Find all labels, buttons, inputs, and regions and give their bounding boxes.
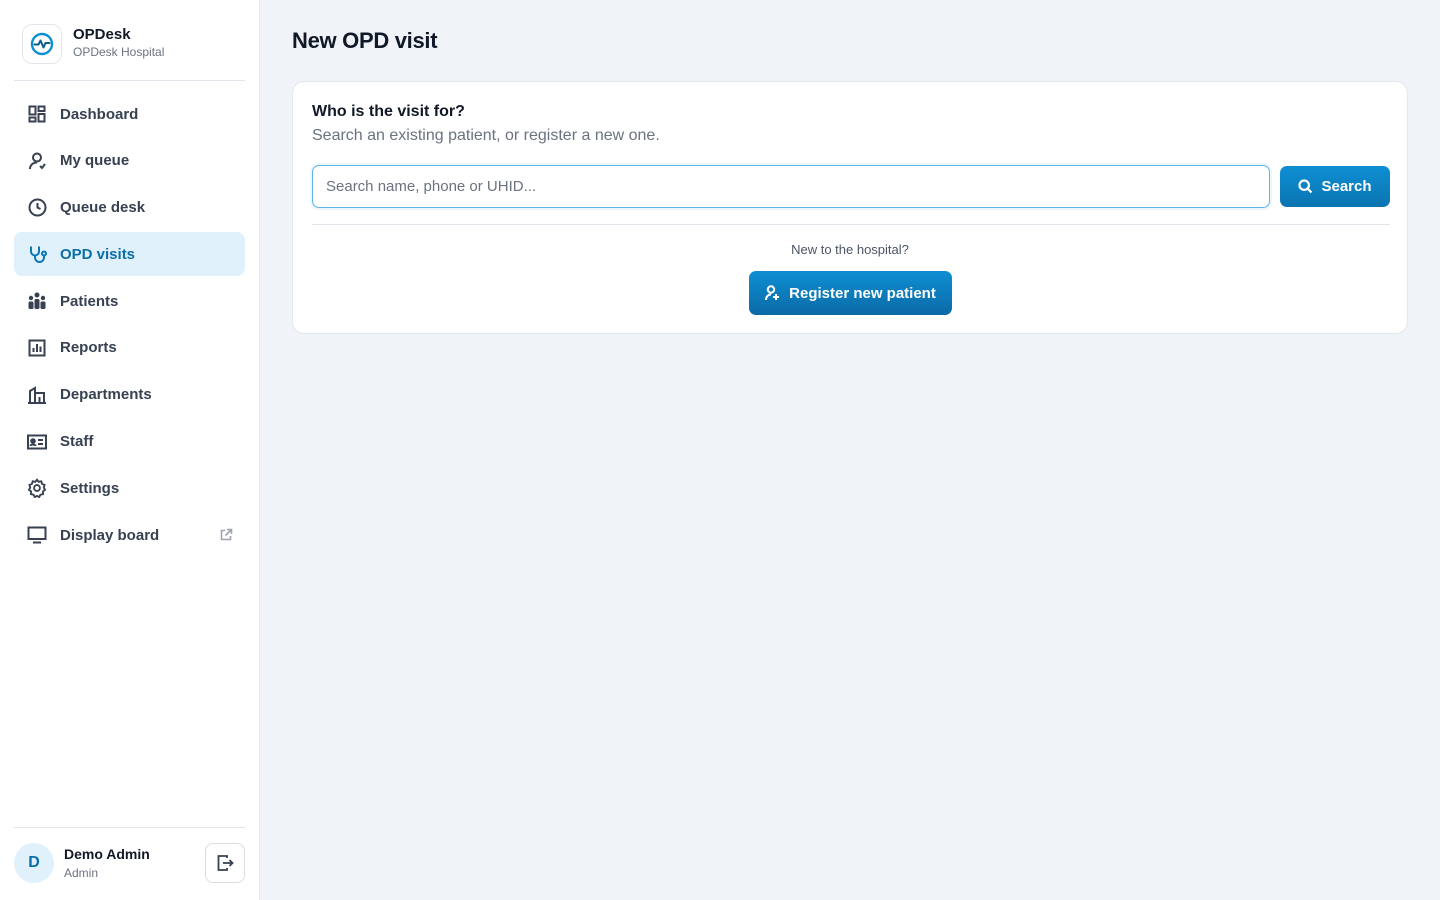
sidebar-item-my-queue[interactable]: My queue bbox=[14, 139, 245, 183]
sidebar-item-display-board[interactable]: Display board bbox=[14, 513, 245, 557]
hospital-name: OPDesk Hospital bbox=[73, 45, 165, 59]
stethoscope-icon bbox=[26, 243, 48, 265]
sidebar-item-label: Reports bbox=[60, 339, 117, 357]
sidebar-item-label: Display board bbox=[60, 526, 160, 544]
external-link-icon bbox=[219, 528, 233, 542]
sidebar-item-label: Queue desk bbox=[60, 199, 146, 217]
people-icon bbox=[26, 290, 48, 312]
sidebar-item-label: Dashboard bbox=[60, 105, 139, 123]
search-button-label: Search bbox=[1321, 178, 1372, 195]
user-icon bbox=[26, 150, 48, 172]
brand-name: OPDesk bbox=[73, 26, 131, 43]
sidebar-item-label: Patients bbox=[60, 292, 119, 310]
brand-header: OPDesk OPDesk Hospital bbox=[14, 0, 245, 81]
user-name: Demo Admin bbox=[64, 846, 150, 862]
sidebar-item-reports[interactable]: Reports bbox=[14, 326, 245, 370]
sidebar-item-label: My queue bbox=[60, 152, 130, 170]
sidebar: OPDesk OPDesk Hospital Dashboard My queu… bbox=[0, 0, 260, 900]
logout-icon bbox=[216, 854, 234, 872]
sidebar-item-dashboard[interactable]: Dashboard bbox=[14, 92, 245, 136]
user-panel: D Demo Admin Admin bbox=[14, 827, 245, 900]
register-new-patient-button[interactable]: Register new patient bbox=[749, 271, 952, 315]
clock-icon bbox=[26, 197, 48, 219]
id-card-icon bbox=[26, 431, 48, 453]
sidebar-item-label: Settings bbox=[60, 479, 120, 497]
new-patient-prompt: New to the hospital? bbox=[791, 242, 909, 257]
building-icon bbox=[26, 384, 48, 406]
sidebar-item-settings[interactable]: Settings bbox=[14, 466, 245, 510]
gear-icon bbox=[26, 477, 48, 499]
sidebar-item-label: Staff bbox=[60, 433, 94, 451]
avatar[interactable]: D bbox=[14, 843, 54, 883]
sidebar-item-queue-desk[interactable]: Queue desk bbox=[14, 186, 245, 230]
add-user-icon bbox=[765, 285, 780, 301]
search-icon bbox=[1298, 179, 1313, 194]
sidebar-item-departments[interactable]: Departments bbox=[14, 373, 245, 417]
user-role: Admin bbox=[64, 866, 99, 880]
bar-chart-icon bbox=[26, 337, 48, 359]
sidebar-item-staff[interactable]: Staff bbox=[14, 420, 245, 464]
sidebar-nav: Dashboard My queue Queue desk OPD visits… bbox=[14, 92, 245, 560]
card-subheading: Search an existing patient, or register … bbox=[312, 127, 660, 144]
sidebar-item-label: OPD visits bbox=[60, 245, 136, 263]
heartbeat-logo-icon bbox=[22, 24, 62, 64]
dashboard-icon bbox=[26, 103, 48, 125]
sidebar-item-label: Departments bbox=[60, 386, 152, 404]
search-button[interactable]: Search bbox=[1280, 166, 1390, 207]
monitor-icon bbox=[26, 524, 48, 546]
register-button-label: Register new patient bbox=[789, 284, 936, 302]
page-title: New OPD visit bbox=[292, 28, 438, 53]
divider bbox=[312, 224, 1390, 225]
sidebar-item-opd-visits[interactable]: OPD visits bbox=[14, 232, 245, 277]
card-heading: Who is the visit for? bbox=[312, 103, 465, 120]
sidebar-item-patients[interactable]: Patients bbox=[14, 279, 245, 323]
patient-search-input[interactable] bbox=[312, 165, 1270, 208]
visit-for-card: Who is the visit for? Search an existing… bbox=[292, 81, 1408, 334]
logout-button[interactable] bbox=[205, 843, 245, 883]
